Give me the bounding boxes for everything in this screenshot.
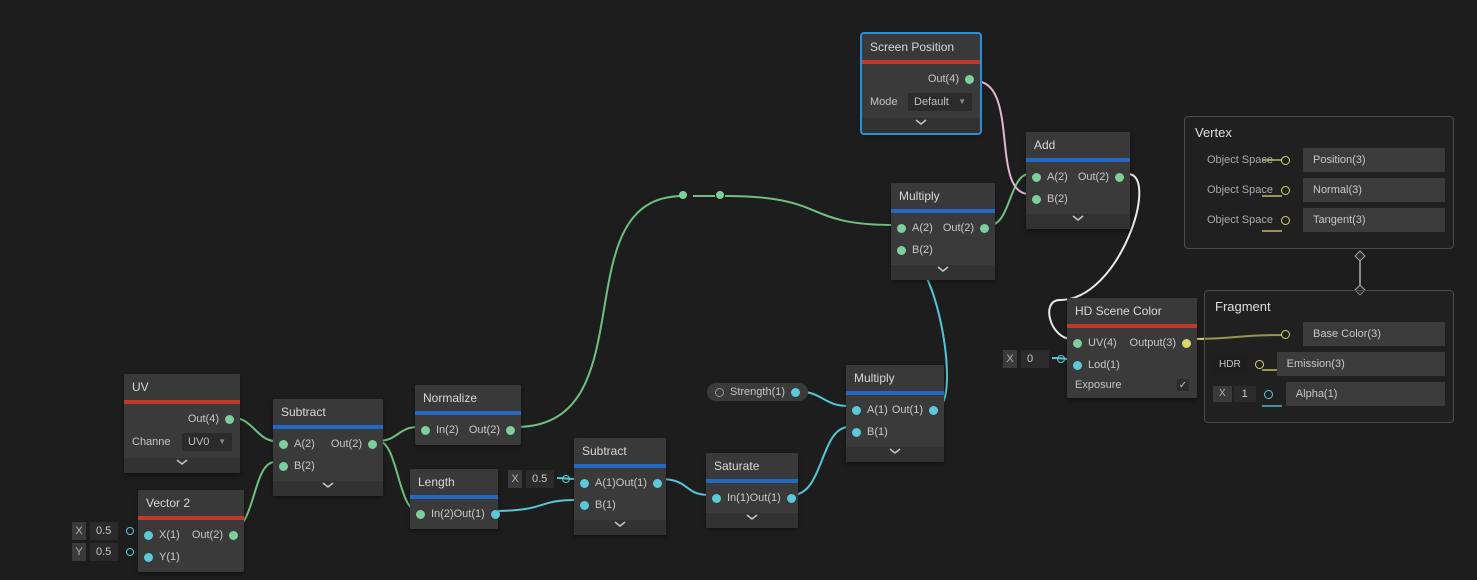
port-in[interactable]	[712, 494, 721, 503]
expand-chevron[interactable]	[574, 520, 666, 535]
port-out[interactable]	[787, 494, 796, 503]
port-emission[interactable]	[1255, 360, 1264, 369]
port-out[interactable]	[126, 548, 134, 556]
port-out[interactable]	[126, 527, 134, 535]
port-lod[interactable]	[1073, 361, 1082, 370]
port-normal[interactable]	[1281, 186, 1290, 195]
float-input-subtract2-a[interactable]: X 0.5	[508, 470, 570, 488]
port-out[interactable]	[980, 224, 989, 233]
port-out[interactable]	[225, 415, 234, 424]
node-subtract-2[interactable]: Subtract A(1) Out(1) B(1)	[574, 438, 666, 535]
port-position[interactable]	[1281, 156, 1290, 165]
port-out[interactable]	[562, 475, 570, 483]
expand-chevron[interactable]	[273, 481, 383, 496]
port-out[interactable]	[1115, 173, 1124, 182]
node-multiply-upper[interactable]: Multiply A(2) Out(2) B(2)	[891, 183, 995, 280]
node-hd-scene-color[interactable]: HD Scene Color UV(4) Output(3) Lod(1) Ex…	[1067, 298, 1197, 398]
expand-chevron[interactable]	[862, 118, 980, 133]
port-x[interactable]	[144, 531, 153, 540]
port-in[interactable]	[421, 426, 430, 435]
expand-chevron[interactable]	[1026, 214, 1130, 229]
port-out[interactable]	[506, 426, 515, 435]
port-out[interactable]	[491, 510, 500, 519]
port-out[interactable]	[653, 479, 662, 488]
screen-position-mode-dropdown[interactable]: Default▼	[908, 93, 972, 111]
port-b[interactable]	[897, 246, 906, 255]
node-title: UV	[124, 374, 240, 400]
port-out[interactable]	[368, 440, 377, 449]
master-link	[1359, 256, 1361, 290]
node-subtract-1[interactable]: Subtract A(2) Out(2) B(2)	[273, 399, 383, 496]
port-out[interactable]	[1057, 355, 1065, 363]
node-multiply-lower[interactable]: Multiply A(1) Out(1) B(1)	[846, 365, 944, 462]
master-fragment[interactable]: Fragment Base Color(3) HDR Emission(3) X…	[1204, 290, 1454, 423]
port-a[interactable]	[852, 406, 861, 415]
expand-chevron[interactable]	[846, 447, 944, 462]
port-a[interactable]	[580, 479, 589, 488]
port-a[interactable]	[897, 224, 906, 233]
port-out[interactable]	[965, 75, 974, 84]
port-in[interactable]	[416, 510, 425, 519]
port-base-color[interactable]	[1281, 330, 1290, 339]
relay-port[interactable]	[679, 191, 687, 199]
port-out[interactable]	[929, 406, 938, 415]
dot-icon	[715, 388, 724, 397]
port-out[interactable]	[791, 388, 800, 397]
port-b[interactable]	[1032, 195, 1041, 204]
port-out[interactable]	[1182, 339, 1191, 348]
node-normalize[interactable]: Normalize In(2) Out(2)	[415, 385, 521, 445]
node-length[interactable]: Length In(2) Out(1)	[410, 469, 498, 529]
port-a[interactable]	[1032, 173, 1041, 182]
float-input-hdscene-lod[interactable]: X 0	[1003, 350, 1065, 368]
node-uv[interactable]: UV Out(4) Channe UV0▼	[124, 374, 240, 473]
port-alpha[interactable]	[1264, 390, 1273, 399]
port-b[interactable]	[852, 428, 861, 437]
expand-chevron[interactable]	[706, 513, 798, 528]
uv-channel-dropdown[interactable]: UV0▼	[182, 433, 232, 451]
node-vector2[interactable]: Vector 2 X(1) Out(2) Y(1)	[138, 490, 244, 572]
node-saturate[interactable]: Saturate In(1) Out(1)	[706, 453, 798, 528]
port-a[interactable]	[279, 440, 288, 449]
port-y[interactable]	[144, 553, 153, 562]
port-b[interactable]	[580, 501, 589, 510]
port-b[interactable]	[279, 462, 288, 471]
port-tangent[interactable]	[1281, 216, 1290, 225]
node-title: Vector 2	[138, 490, 244, 516]
float-input-x[interactable]: X 0.5	[72, 522, 134, 540]
exposure-checkbox[interactable]: ✓	[1177, 379, 1189, 391]
master-vertex[interactable]: Vertex Object Space Position(3) Object S…	[1184, 116, 1454, 249]
relay-port[interactable]	[716, 191, 724, 199]
node-add[interactable]: Add A(2) Out(2) B(2)	[1026, 132, 1130, 229]
float-input-y[interactable]: Y 0.5	[72, 543, 134, 561]
port-uv[interactable]	[1073, 339, 1082, 348]
property-strength[interactable]: Strength(1)	[707, 383, 808, 401]
expand-chevron[interactable]	[891, 265, 995, 280]
node-screen-position[interactable]: Screen Position Out(4) Mode Default▼	[862, 34, 980, 133]
port-out[interactable]	[229, 531, 238, 540]
expand-chevron[interactable]	[124, 458, 240, 473]
